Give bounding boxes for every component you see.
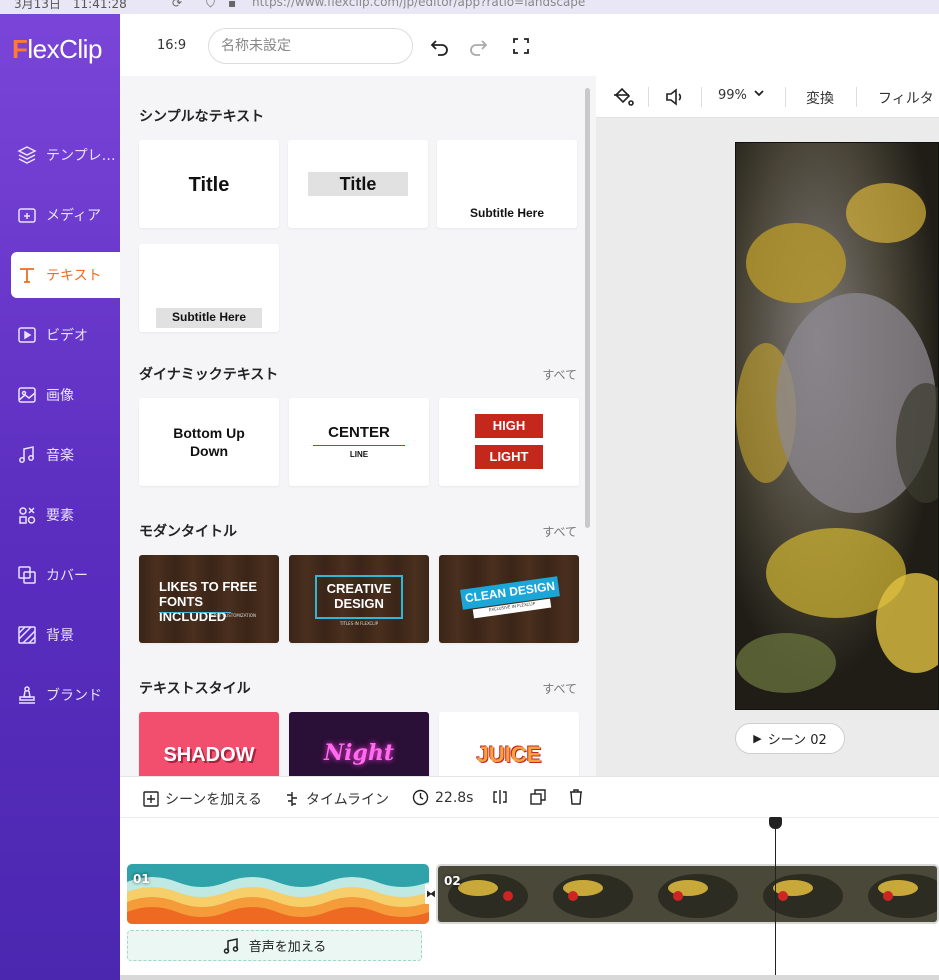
split-icon[interactable] <box>492 789 508 805</box>
elements-icon <box>16 504 38 526</box>
browser-status-strip: 3月13日 11:41:28 ⟳ ⛉ ▪ https://www.flexcli… <box>0 0 939 14</box>
see-all-dynamic-link[interactable]: すべて <box>542 366 577 383</box>
paint-bucket-icon[interactable] <box>612 86 634 112</box>
browser-time: 3月13日 11:41:28 <box>14 0 127 11</box>
playhead[interactable] <box>775 819 776 980</box>
sidebar-item-label: 画像 <box>46 388 74 404</box>
panel-scrollbar[interactable] <box>585 88 590 528</box>
clip-thumbnail <box>438 866 937 922</box>
sidebar-item-label: カバー <box>46 568 88 584</box>
brand-icon <box>16 684 38 706</box>
timeline-scrollbar[interactable] <box>120 975 939 980</box>
sidebar-item-label: テキスト <box>46 268 102 284</box>
modern-title-card[interactable]: LIKES TO FREE FONTS INCLUDED EASY CUSTOM… <box>139 555 279 643</box>
dynamic-text-card[interactable]: CENTER LINE <box>289 398 429 486</box>
filter-button[interactable]: フィルタ <box>878 88 934 108</box>
timeline-icon <box>284 791 300 807</box>
fullscreen-icon[interactable] <box>509 34 533 58</box>
sidebar-item-label: ビデオ <box>46 328 88 344</box>
dynamic-text-card[interactable]: HIGH LIGHT <box>439 398 579 486</box>
text-template-card[interactable]: Subtitle Here <box>437 140 577 228</box>
clip-number: 02 <box>444 874 461 888</box>
section-title-style: テキストスタイル <box>139 681 251 697</box>
sidebar-item-text[interactable]: テキスト <box>11 252 120 298</box>
redo-icon[interactable] <box>466 34 490 58</box>
duplicate-icon[interactable] <box>530 789 546 805</box>
text-style-card[interactable]: SHADOW <box>139 712 279 776</box>
see-all-modern-link[interactable]: すべて <box>542 523 577 540</box>
playhead-handle[interactable] <box>769 817 782 829</box>
trash-icon[interactable] <box>568 789 584 805</box>
transform-button[interactable]: 変換 <box>806 88 834 108</box>
volume-icon[interactable] <box>664 86 686 112</box>
sidebar-item-label: 要素 <box>46 508 74 524</box>
sidebar-item-background[interactable]: 背景 <box>11 612 120 658</box>
duration-display[interactable]: 22.8s <box>412 789 473 806</box>
dynamic-text-card[interactable]: Bottom Up Down <box>139 398 279 486</box>
sidebar-item-label: メディア <box>46 208 102 224</box>
add-scene-button[interactable]: シーンを加える <box>143 789 262 809</box>
lock-icon: ▪ <box>228 0 237 10</box>
cover-icon <box>16 564 38 586</box>
zoom-level[interactable]: 99% <box>718 88 747 103</box>
undo-icon[interactable] <box>428 34 452 58</box>
video-icon <box>16 324 38 346</box>
plus-square-icon <box>143 791 159 807</box>
modern-title-card[interactable]: CLEAN DESIGN EXCLUSIVE IN FLEXCLIP <box>439 555 579 643</box>
sidebar-item-templates[interactable]: テンプレ… <box>11 132 120 178</box>
sidebar-item-label: 音楽 <box>46 448 74 464</box>
see-all-style-link[interactable]: すべて <box>542 680 577 697</box>
sidebar: FlexClip テンプレ… メディア テキスト ビデオ 画像 音楽 要素 カバ… <box>0 14 120 980</box>
sidebar-item-media[interactable]: メディア <box>11 192 120 238</box>
clip-thumbnail <box>127 864 429 924</box>
text-icon <box>16 264 38 286</box>
chevron-down-icon[interactable] <box>752 86 766 104</box>
section-title-simple: シンプルなテキスト <box>139 109 265 125</box>
text-style-card[interactable]: Night <box>289 712 429 776</box>
shield-icon: ⛉ <box>206 0 216 10</box>
scene-clip-01[interactable]: 01 <box>127 864 429 924</box>
top-toolbar: 16:9 <box>120 14 939 76</box>
timeline: シーンを加える タイムライン 22.8s 01 ⧓ 02 音声を加える <box>120 776 939 980</box>
video-frame-image <box>736 143 938 709</box>
background-icon <box>16 624 38 646</box>
sidebar-item-music[interactable]: 音楽 <box>11 432 120 478</box>
sidebar-item-label: テンプレ… <box>46 148 116 164</box>
text-style-card[interactable]: JUICE <box>439 712 579 776</box>
browser-url[interactable]: https://www.flexclip.com/jp/editor/app?r… <box>252 0 585 9</box>
play-icon: ▶ <box>753 732 762 745</box>
layers-icon <box>16 144 38 166</box>
text-template-card[interactable]: Title <box>139 140 279 228</box>
add-audio-button[interactable]: 音声を加える <box>127 930 422 961</box>
media-icon <box>16 204 38 226</box>
reload-icon[interactable]: ⟳ <box>172 0 182 10</box>
sidebar-item-image[interactable]: 画像 <box>11 372 120 418</box>
canvas-toolbar: 99% 変換 フィルタ <box>596 76 939 118</box>
clip-number: 01 <box>133 872 150 886</box>
sidebar-item-label: 背景 <box>46 628 74 644</box>
timeline-button[interactable]: タイムライン <box>284 789 389 809</box>
scene-clip-02[interactable]: 02 <box>436 864 939 924</box>
project-name-input[interactable] <box>208 28 413 64</box>
video-preview[interactable] <box>735 142 939 710</box>
modern-title-card[interactable]: CREATIVE DESIGN TITLES IN FLEXCLIP <box>289 555 429 643</box>
sidebar-item-elements[interactable]: 要素 <box>11 492 120 538</box>
sidebar-item-cover[interactable]: カバー <box>11 552 120 598</box>
flexclip-logo[interactable]: FlexClip <box>12 34 102 65</box>
music-icon <box>16 444 38 466</box>
section-title-modern: モダンタイトル <box>139 524 237 540</box>
sidebar-item-video[interactable]: ビデオ <box>11 312 120 358</box>
image-icon <box>16 384 38 406</box>
aspect-ratio-selector[interactable]: 16:9 <box>157 38 186 53</box>
text-panel: シンプルなテキスト Title Title Subtitle Here Subt… <box>120 76 596 776</box>
sidebar-item-brand[interactable]: ブランド <box>11 672 120 718</box>
text-template-card[interactable]: Subtitle Here <box>139 244 279 332</box>
play-scene-button[interactable]: ▶ シーン 02 <box>735 723 845 754</box>
canvas-area: 99% 変換 フィルタ ▶ シーン 02 <box>596 76 939 776</box>
music-note-icon <box>223 937 239 954</box>
text-template-card[interactable]: Title <box>288 140 428 228</box>
sidebar-item-label: ブランド <box>46 688 102 704</box>
section-title-dynamic: ダイナミックテキスト <box>139 367 279 383</box>
clock-icon <box>412 789 429 806</box>
